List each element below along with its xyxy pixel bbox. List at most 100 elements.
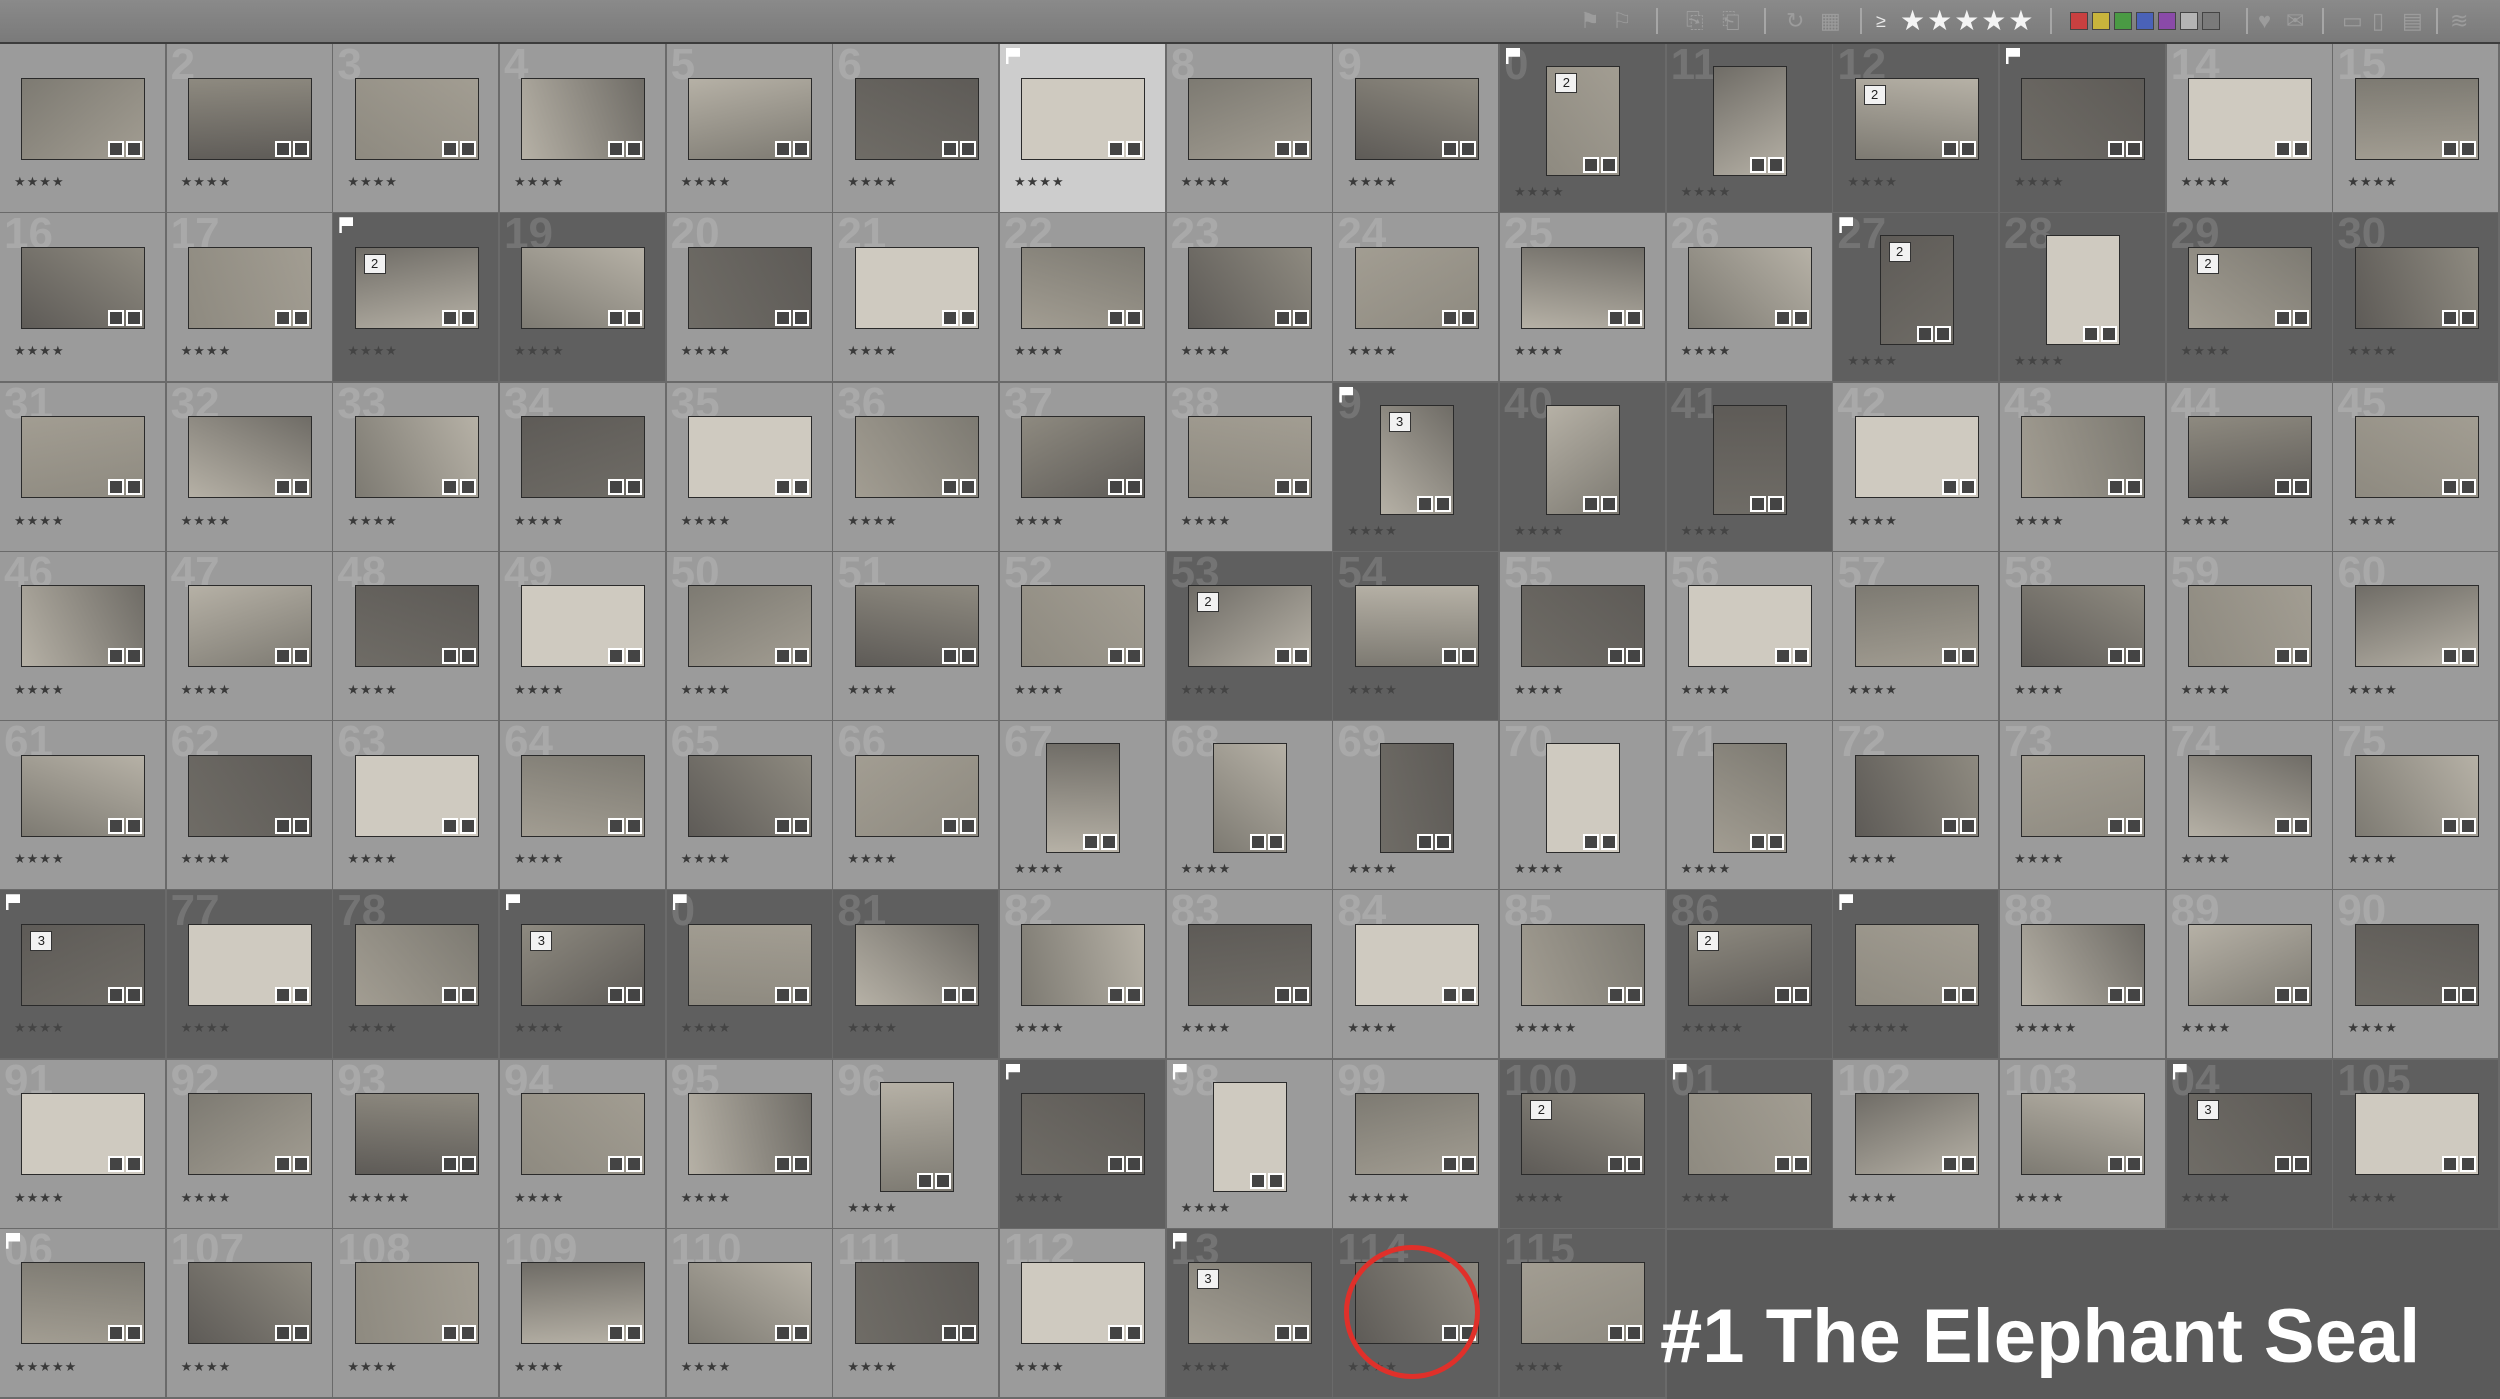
- photo-cell[interactable]: 29 2 ★★★★: [2166, 213, 2334, 384]
- develop-badge-icon[interactable]: [1292, 479, 1309, 496]
- star-rating[interactable]: ★★★★: [1347, 174, 1398, 190]
- photo-cell[interactable]: 103 ★★★★: [2000, 1059, 2167, 1230]
- photo-cell[interactable]: 94 ★★★★: [500, 1059, 667, 1230]
- metadata-badge-icon[interactable]: [608, 479, 625, 496]
- photo-cell[interactable]: 67 ★★★★: [1000, 721, 1167, 891]
- flag-icon[interactable]: [506, 894, 520, 911]
- photo-thumbnail[interactable]: [1021, 585, 1146, 668]
- flag-icon[interactable]: [1006, 48, 1020, 64]
- metadata-badge-icon[interactable]: [608, 1325, 625, 1342]
- photo-cell[interactable]: 32 ★★★★: [166, 382, 334, 553]
- star-rating[interactable]: ★★★★★: [347, 1190, 410, 1206]
- photo-thumbnail[interactable]: [1021, 1093, 1146, 1176]
- develop-badge-icon[interactable]: [792, 1156, 809, 1173]
- star-rating[interactable]: ★★★★: [1014, 174, 1065, 190]
- photo-cell[interactable]: 12 2 ★★★★: [1833, 44, 2001, 214]
- photo-cell[interactable]: 91 ★★★★: [0, 1059, 167, 1230]
- star-rating[interactable]: ★★★★: [14, 343, 65, 359]
- metadata-badge-icon[interactable]: [1941, 648, 1958, 665]
- photo-cell[interactable]: 41 ★★★★: [1666, 382, 1834, 553]
- photo-thumbnail[interactable]: [687, 585, 812, 668]
- photo-thumbnail[interactable]: 3: [2187, 1093, 2312, 1176]
- develop-badge-icon[interactable]: [1126, 648, 1143, 665]
- star-rating[interactable]: ★★★★: [1847, 174, 1898, 190]
- grid-icon[interactable]: ▦: [1820, 8, 1841, 34]
- metadata-badge-icon[interactable]: [941, 309, 958, 326]
- develop-badge-icon[interactable]: [2459, 648, 2476, 665]
- metadata-badge-icon[interactable]: [1441, 140, 1458, 157]
- develop-badge-icon[interactable]: [292, 817, 309, 834]
- star-rating[interactable]: ★★★★: [1181, 1359, 1232, 1375]
- star-rating[interactable]: ★★★★: [1514, 682, 1565, 698]
- metadata-badge-icon[interactable]: [1941, 140, 1958, 157]
- star-rating[interactable]: ★★★★: [2014, 682, 2065, 698]
- metadata-badge-icon[interactable]: [1274, 140, 1291, 157]
- develop-badge-icon[interactable]: [292, 479, 309, 496]
- photo-cell[interactable]: 49 ★★★★: [500, 551, 667, 722]
- metadata-badge-icon[interactable]: [441, 648, 458, 665]
- metadata-badge-icon[interactable]: [2274, 648, 2291, 665]
- star-rating[interactable]: ★★★★: [847, 174, 898, 190]
- photo-thumbnail[interactable]: [521, 585, 646, 668]
- develop-badge-icon[interactable]: [459, 1156, 476, 1173]
- metadata-badge-icon[interactable]: [608, 648, 625, 665]
- photo-cell[interactable]: 44 ★★★★: [2166, 382, 2334, 553]
- flag-icon[interactable]: [1006, 1063, 1020, 1080]
- photo-thumbnail[interactable]: [1354, 1093, 1479, 1176]
- photo-cell[interactable]: 40 ★★★★: [1500, 382, 1667, 553]
- photo-thumbnail[interactable]: [1712, 743, 1787, 853]
- star-rating[interactable]: ★★★★: [1514, 343, 1565, 359]
- metadata-badge-icon[interactable]: [441, 1156, 458, 1173]
- star-rating[interactable]: ★★★★: [2347, 513, 2398, 529]
- photo-thumbnail[interactable]: [1687, 246, 1812, 329]
- photo-cell[interactable]: 63 ★★★★: [333, 721, 501, 891]
- photo-cell[interactable]: 75 ★★★★: [2333, 721, 2500, 891]
- develop-badge-icon[interactable]: [292, 986, 309, 1003]
- rating-filter-stars[interactable]: ★★★★★: [1900, 7, 2036, 35]
- metadata-badge-icon[interactable]: [1274, 986, 1291, 1003]
- photo-thumbnail[interactable]: [1854, 416, 1979, 499]
- develop-badge-icon[interactable]: [1126, 1325, 1143, 1342]
- photo-cell[interactable]: 60 ★★★★: [2333, 551, 2500, 722]
- develop-badge-icon[interactable]: [2459, 309, 2476, 326]
- photo-thumbnail[interactable]: [2021, 754, 2146, 837]
- photo-thumbnail[interactable]: [521, 1093, 646, 1176]
- photo-cell[interactable]: 28 ★★★★: [2000, 213, 2167, 384]
- photo-cell[interactable]: 69 ★★★★: [1333, 721, 1501, 891]
- star-rating[interactable]: ★★★★: [847, 1020, 898, 1036]
- star-rating[interactable]: ★★★★: [681, 513, 732, 529]
- metadata-badge-icon[interactable]: [1274, 309, 1291, 326]
- star-rating[interactable]: ★★★★: [14, 1190, 65, 1206]
- metadata-badge-icon[interactable]: [2274, 986, 2291, 1003]
- develop-badge-icon[interactable]: [626, 1156, 643, 1173]
- develop-badge-icon[interactable]: [626, 1325, 643, 1342]
- star-rating[interactable]: ★★★★★: [1847, 1020, 1910, 1036]
- star-rating[interactable]: ★★★★: [1181, 513, 1232, 529]
- photo-thumbnail[interactable]: [1546, 743, 1621, 853]
- develop-badge-icon[interactable]: [292, 140, 309, 157]
- photo-cell[interactable]: 19 ★★★★: [500, 213, 667, 384]
- photo-thumbnail[interactable]: [1687, 585, 1812, 668]
- photo-thumbnail[interactable]: [21, 416, 146, 499]
- photo-thumbnail[interactable]: [354, 585, 479, 668]
- metadata-badge-icon[interactable]: [1583, 157, 1600, 173]
- photo-thumbnail[interactable]: [1021, 77, 1146, 160]
- metadata-badge-icon[interactable]: [1249, 1172, 1266, 1189]
- develop-badge-icon[interactable]: [292, 648, 309, 665]
- develop-badge-icon[interactable]: [459, 817, 476, 834]
- photo-cell[interactable]: 23 ★★★★: [1166, 213, 1334, 384]
- star-rating[interactable]: ★★★★: [181, 1359, 232, 1375]
- photo-cell[interactable]: 37 ★★★★: [1000, 382, 1167, 553]
- photo-thumbnail[interactable]: [21, 754, 146, 837]
- metadata-badge-icon[interactable]: [441, 140, 458, 157]
- metadata-badge-icon[interactable]: [2108, 986, 2125, 1003]
- develop-badge-icon[interactable]: [126, 140, 143, 157]
- develop-badge-icon[interactable]: [1459, 986, 1476, 1003]
- photo-thumbnail[interactable]: [1521, 585, 1646, 668]
- photo-cell[interactable]: 95 ★★★★: [666, 1059, 834, 1230]
- photo-cell[interactable]: 54 ★★★★: [1333, 551, 1501, 722]
- metadata-badge-icon[interactable]: [774, 648, 791, 665]
- metadata-badge-icon[interactable]: [441, 479, 458, 496]
- photo-thumbnail[interactable]: [854, 416, 979, 499]
- metadata-badge-icon[interactable]: [1608, 309, 1625, 326]
